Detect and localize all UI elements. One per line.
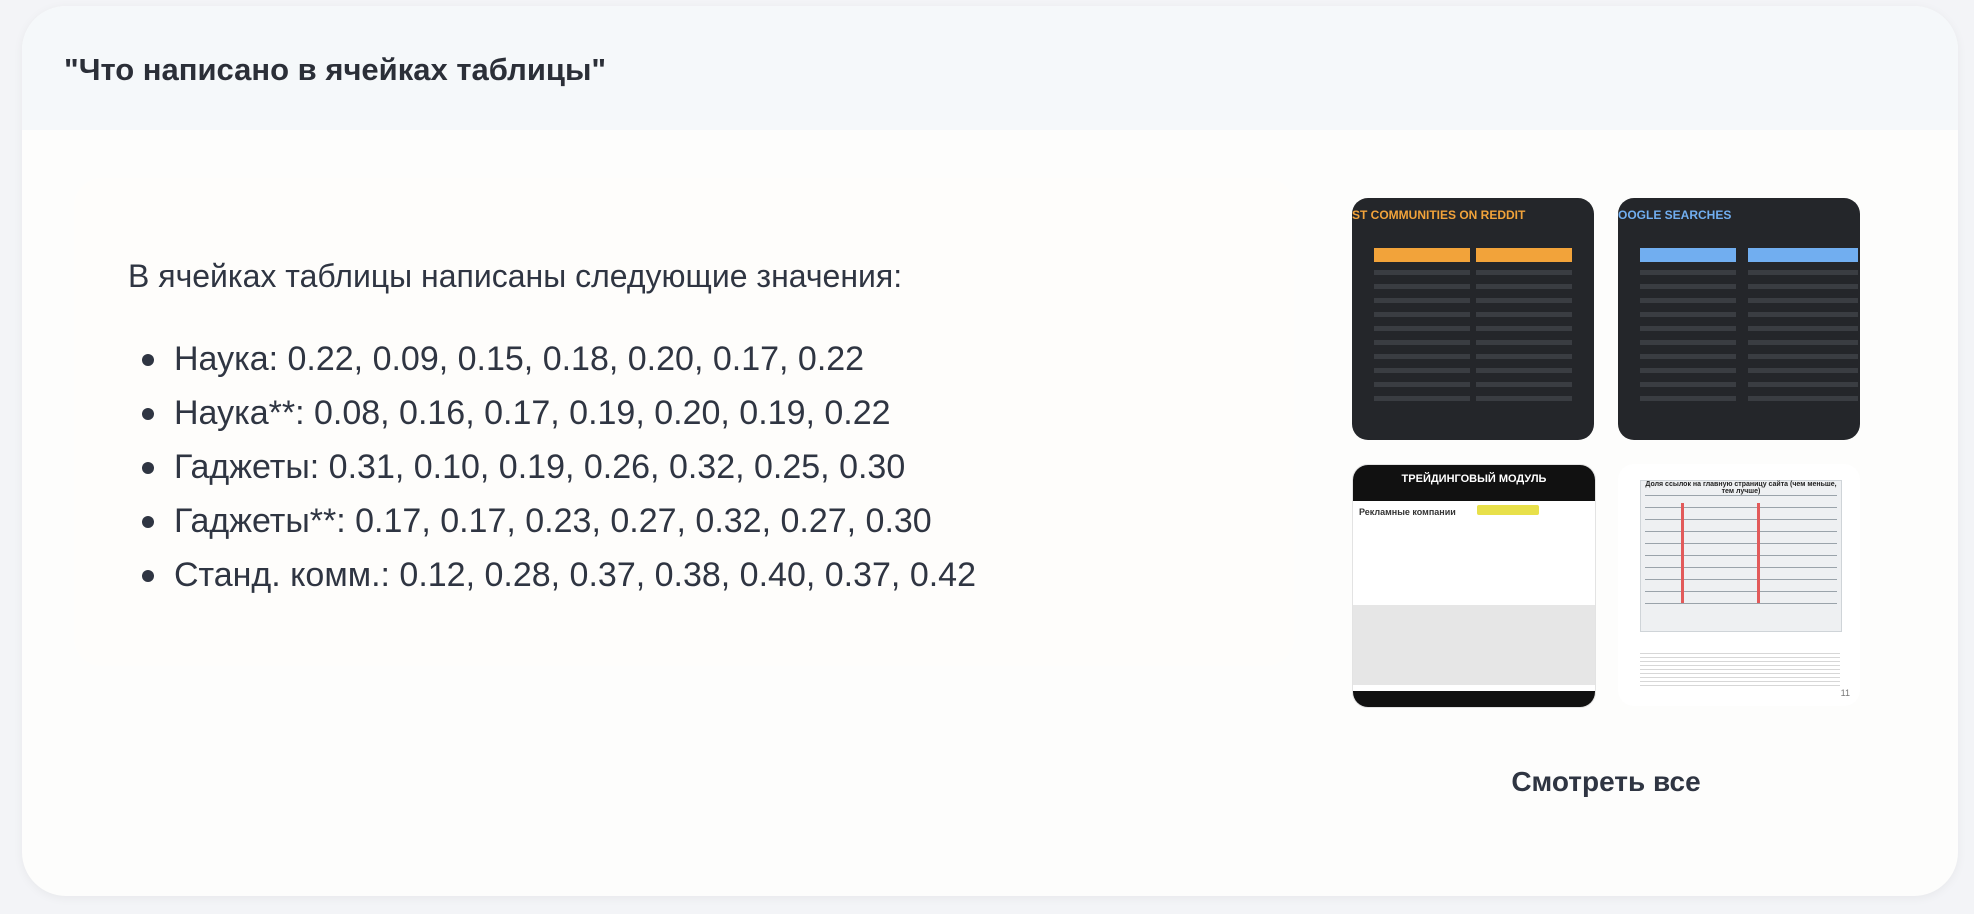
table-highlight-column — [1757, 503, 1760, 603]
table-row — [1748, 270, 1858, 275]
list-item: Гаджеты**: 0.17, 0.17, 0.23, 0.27, 0.32,… — [140, 494, 976, 548]
table-row — [1374, 326, 1470, 331]
table-grid-line — [1645, 567, 1837, 568]
list-item: Гаджеты: 0.31, 0.10, 0.19, 0.26, 0.32, 0… — [140, 440, 976, 494]
table-row — [1374, 368, 1470, 373]
table-row — [1748, 298, 1858, 303]
table-grid-line — [1645, 555, 1837, 556]
table-row — [1374, 340, 1470, 345]
value-list: Наука: 0.22, 0.09, 0.15, 0.18, 0.20, 0.1… — [140, 332, 976, 602]
thumbnail-panel — [1353, 605, 1595, 685]
table-row — [1640, 312, 1736, 317]
table-row — [1748, 368, 1858, 373]
table-row — [1748, 382, 1858, 387]
table-row — [1748, 326, 1858, 331]
table-grid-line — [1645, 591, 1837, 592]
table-row — [1374, 312, 1470, 317]
table-grid-line — [1645, 495, 1837, 496]
table-row — [1476, 396, 1572, 401]
thumbnail-subtitle: Рекламные компании — [1359, 507, 1456, 517]
table-row — [1476, 326, 1572, 331]
table-row — [1374, 354, 1470, 359]
thumbnail-title: OOGLE SEARCHES — [1618, 208, 1732, 222]
table-row — [1640, 326, 1736, 331]
thumbnail-table: Доля ссылок на главную страницу сайта (ч… — [1640, 480, 1842, 632]
table-row — [1476, 298, 1572, 303]
table-row — [1748, 396, 1858, 401]
question-title: "Что написано в ячейках таблицы" — [64, 52, 607, 87]
source-thumbnail-google[interactable]: OOGLE SEARCHES — [1618, 198, 1860, 440]
table-row — [1374, 284, 1470, 289]
thumbnail-title: ST COMMUNITIES ON REDDIT — [1352, 208, 1526, 222]
table-row — [1640, 298, 1736, 303]
answer-panel: В ячейках таблицы написаны следующие зна… — [74, 178, 1294, 666]
table-row — [1748, 312, 1858, 317]
table-row — [1748, 340, 1858, 345]
thumbnail-badge — [1477, 505, 1539, 515]
question-header: "Что написано в ячейках таблицы" — [22, 6, 1958, 130]
table-row — [1640, 284, 1736, 289]
thumbnail-body-text — [1640, 650, 1840, 688]
table-grid-line — [1645, 543, 1837, 544]
list-item: Станд. комм.: 0.12, 0.28, 0.37, 0.38, 0.… — [140, 548, 976, 602]
table-header-bar — [1640, 248, 1736, 262]
thumbnail-title: Доля ссылок на главную страницу сайта (ч… — [1645, 481, 1837, 495]
table-header-bar — [1374, 248, 1470, 262]
table-highlight-column — [1681, 503, 1684, 603]
source-thumbnail-document-page[interactable]: Доля ссылок на главную страницу сайта (ч… — [1618, 464, 1860, 706]
list-item: Наука: 0.22, 0.09, 0.15, 0.18, 0.20, 0.1… — [140, 332, 976, 386]
table-grid-line — [1645, 507, 1837, 508]
table-grid-line — [1645, 531, 1837, 532]
table-grid-line — [1645, 579, 1837, 580]
table-row — [1640, 396, 1736, 401]
table-row — [1476, 312, 1572, 317]
table-row — [1476, 368, 1572, 373]
table-header-bar — [1748, 248, 1858, 262]
table-row — [1374, 270, 1470, 275]
table-row — [1374, 396, 1470, 401]
table-row — [1476, 354, 1572, 359]
table-grid-line — [1645, 519, 1837, 520]
table-row — [1640, 382, 1736, 387]
table-row — [1748, 354, 1858, 359]
thumbnail-footer-bar — [1353, 691, 1595, 707]
table-row — [1640, 368, 1736, 373]
table-row — [1640, 270, 1736, 275]
table-row — [1476, 284, 1572, 289]
table-row — [1476, 270, 1572, 275]
table-row — [1476, 382, 1572, 387]
table-row — [1476, 340, 1572, 345]
answer-lead: В ячейках таблицы написаны следующие зна… — [128, 258, 903, 294]
see-all-button[interactable]: Смотреть все — [1352, 740, 1860, 822]
source-thumbnail-reddit[interactable]: ST COMMUNITIES ON REDDIT — [1352, 198, 1594, 440]
table-row — [1374, 382, 1470, 387]
list-item: Наука**: 0.08, 0.16, 0.17, 0.19, 0.20, 0… — [140, 386, 976, 440]
table-row — [1748, 284, 1858, 289]
table-row — [1374, 298, 1470, 303]
table-row — [1640, 354, 1736, 359]
table-grid-line — [1645, 603, 1837, 604]
table-header-bar — [1476, 248, 1572, 262]
source-thumbnail-trading-module[interactable]: ТРЕЙДИНГОВЫЙ МОДУЛЬ Рекламные компании — [1352, 464, 1596, 708]
table-row — [1640, 340, 1736, 345]
page-number: 11 — [1840, 688, 1850, 698]
thumbnail-title: ТРЕЙДИНГОВЫЙ МОДУЛЬ — [1401, 473, 1547, 485]
